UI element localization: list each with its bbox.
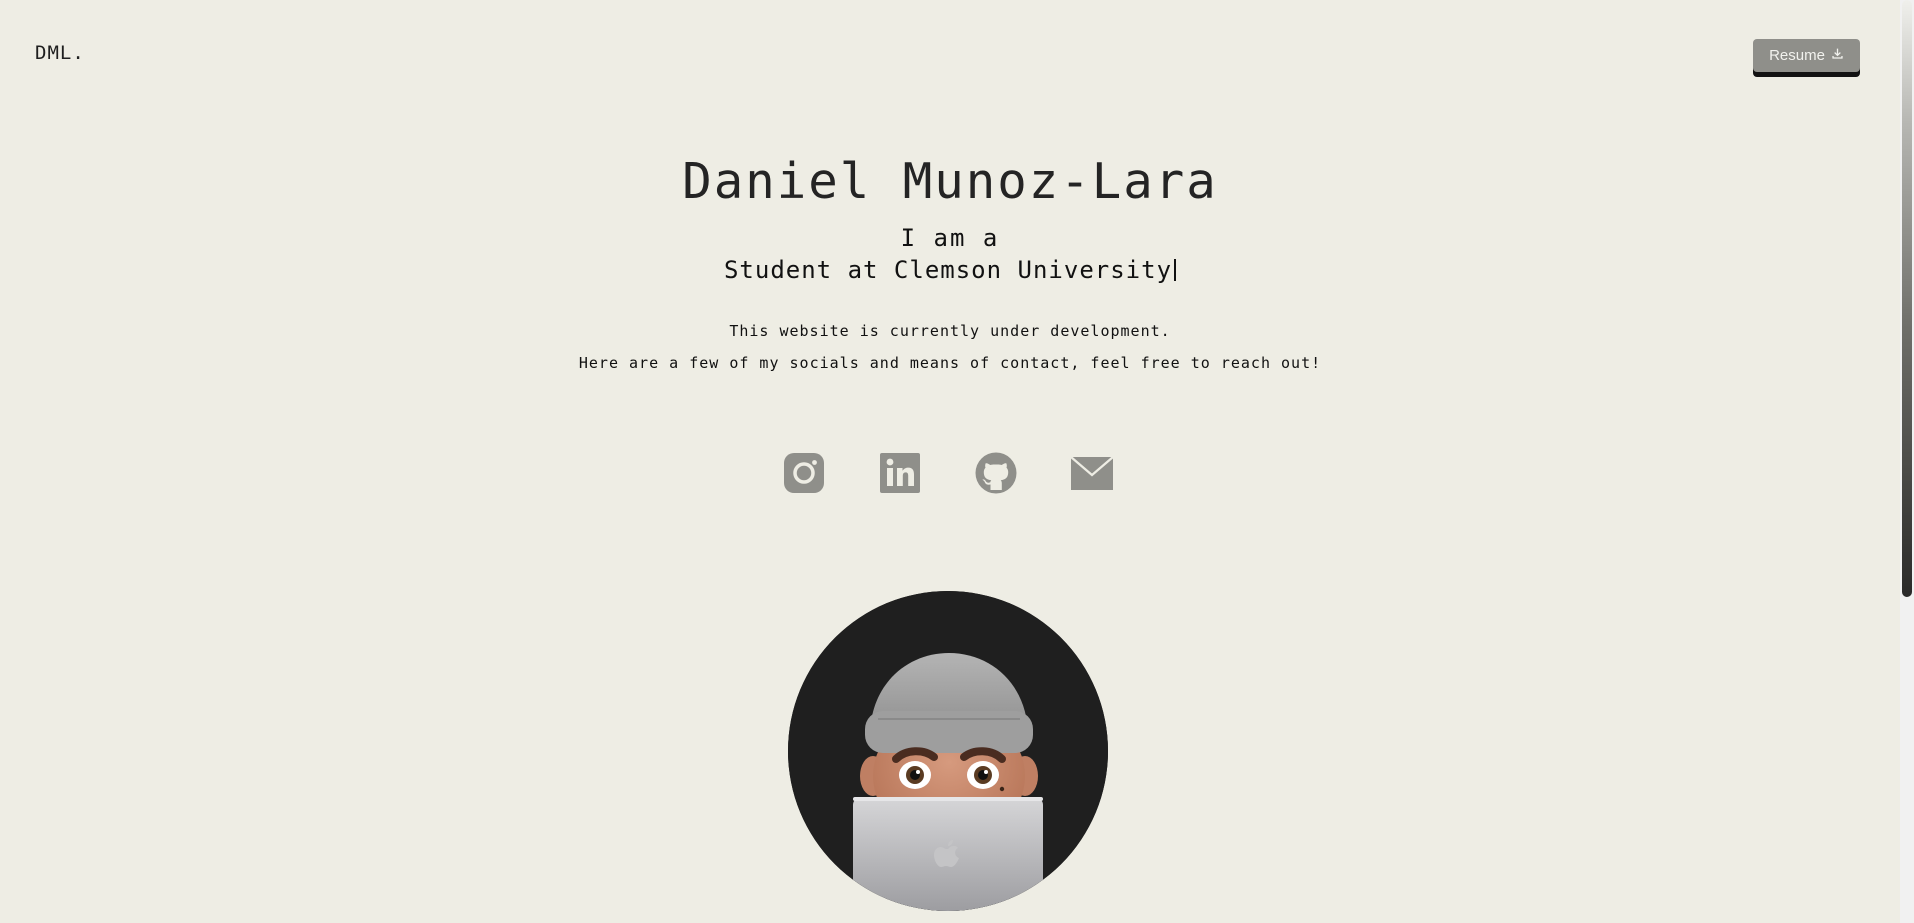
resume-download-button[interactable]: Resume — [1753, 39, 1860, 72]
page: DML. Resume Daniel Munoz-Lara I am a Stu… — [0, 0, 1914, 923]
instagram-icon — [783, 452, 825, 498]
social-link-instagram[interactable] — [783, 452, 879, 498]
social-link-linkedin[interactable] — [879, 452, 975, 498]
contact-notice: Here are a few of my socials and means o… — [578, 354, 1322, 372]
site-logo[interactable]: DML. — [35, 42, 85, 64]
social-link-email[interactable] — [1070, 452, 1167, 498]
typing-caret — [1174, 259, 1177, 281]
github-icon — [975, 452, 1017, 498]
mail-icon — [1070, 452, 1114, 498]
hero-intro: I am a — [900, 224, 1000, 252]
hero-role-line: Student at Clemson University — [0, 256, 1900, 284]
scrollbar-thumb[interactable] — [1902, 0, 1912, 597]
hero-role: Student at Clemson University — [723, 256, 1173, 284]
download-icon — [1831, 47, 1844, 64]
dev-notice: This website is currently under developm… — [729, 322, 1171, 340]
linkedin-icon — [879, 452, 921, 498]
social-links — [783, 452, 1167, 498]
resume-label: Resume — [1769, 47, 1825, 64]
hero-name: Daniel Munoz-Lara — [682, 153, 1218, 210]
profile-avatar — [788, 591, 1108, 911]
page-scrollbar[interactable] — [1900, 0, 1914, 923]
social-link-github[interactable] — [975, 452, 1071, 498]
